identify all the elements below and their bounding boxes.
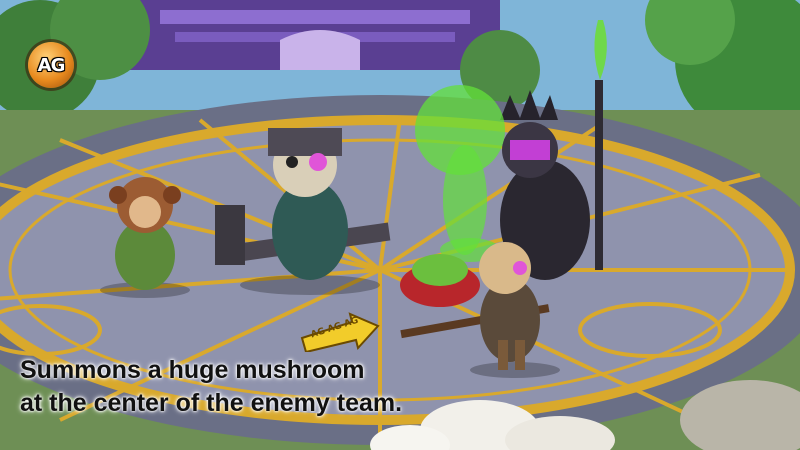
game-scene: AG AG AG AG Summons a huge mushroom at t… <box>0 0 800 450</box>
pointer-arrow: AG AG AG <box>300 312 380 354</box>
ag-logo: AG <box>28 42 74 88</box>
caption-line-2: at the center of the enemy team. <box>20 389 403 417</box>
skill-caption: Summons a huge mushroom at the center of… <box>20 354 540 420</box>
caption-line-1: Summons a huge mushroom <box>20 356 365 384</box>
logo-text: AG <box>37 54 66 76</box>
